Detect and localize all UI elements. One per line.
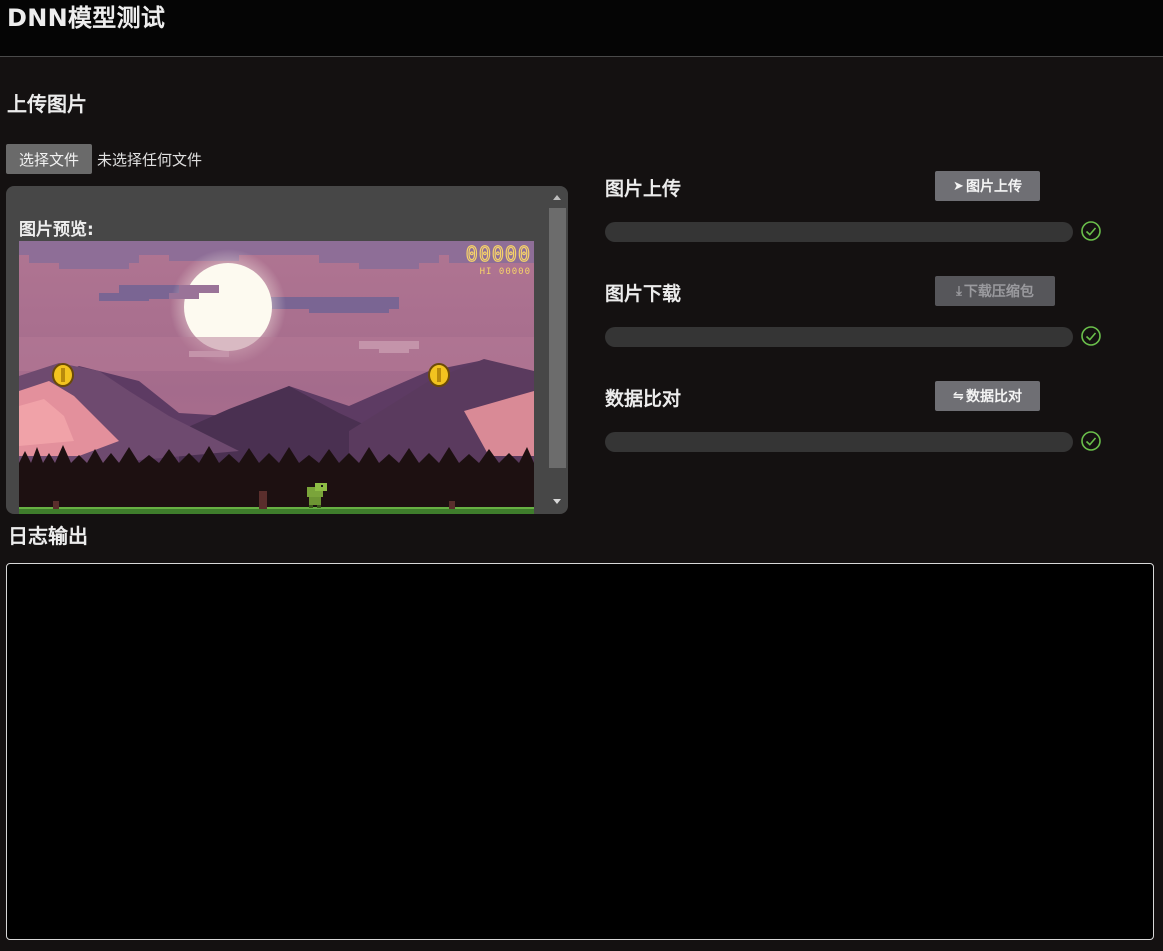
upload-section-title: 上传图片: [7, 92, 87, 116]
score-display: 00000: [466, 242, 531, 266]
coin: [52, 363, 74, 387]
check-circle-icon: [1081, 221, 1101, 241]
image-preview-panel[interactable]: 图片预览: 00000 HI 00000: [6, 186, 568, 514]
image-download-label: 图片下载: [605, 283, 682, 305]
data-compare-label: 数据比对: [605, 388, 682, 410]
log-output[interactable]: [6, 563, 1154, 940]
download-zip-button-label: 下载压缩包: [963, 284, 1034, 300]
send-icon: ➤: [953, 178, 964, 194]
data-compare-progress: [605, 432, 1073, 452]
hi-score-display: HI 00000: [480, 267, 531, 277]
scroll-down-arrow-icon[interactable]: [553, 499, 561, 504]
preview-label: 图片预览:: [19, 220, 94, 240]
download-zip-button[interactable]: ⤓ 下载压缩包: [935, 276, 1055, 306]
file-status-text: 未选择任何文件: [97, 151, 203, 169]
scroll-thumb[interactable]: [549, 208, 566, 468]
check-circle-icon: [1081, 326, 1101, 346]
swap-icon: ⇋: [953, 388, 964, 404]
app-title: DNN模型测试: [7, 4, 166, 32]
preview-image: 00000 HI 00000: [19, 241, 534, 514]
image-upload-button[interactable]: ➤ 图片上传: [935, 171, 1040, 201]
image-upload-label: 图片上传: [605, 178, 682, 200]
image-download-progress: [605, 327, 1073, 347]
top-bar: DNN模型测试: [0, 0, 1163, 57]
coin: [428, 363, 450, 387]
preview-scrollbar[interactable]: [549, 190, 566, 510]
data-compare-button[interactable]: ⇋ 数据比对: [935, 381, 1040, 411]
log-section-title: 日志输出: [8, 524, 88, 548]
choose-file-button[interactable]: 选择文件: [6, 144, 92, 174]
scroll-up-arrow-icon[interactable]: [553, 195, 561, 200]
image-upload-button-label: 图片上传: [965, 179, 1022, 195]
check-circle-icon: [1081, 431, 1101, 451]
download-icon: ⤓: [956, 283, 962, 299]
image-upload-progress: [605, 222, 1073, 242]
data-compare-button-label: 数据比对: [965, 389, 1022, 405]
